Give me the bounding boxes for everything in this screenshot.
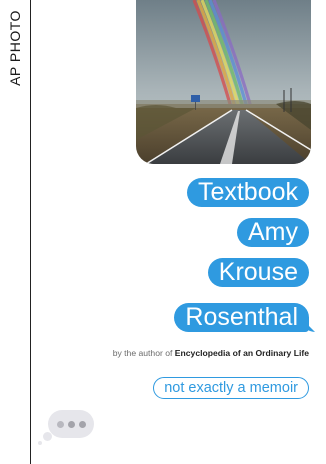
subtitle-bubble: not exactly a memoir [153, 377, 309, 399]
photo-credit-text: AP PHOTO [7, 10, 23, 86]
title-bubble-krouse: Krouse [207, 258, 309, 287]
typing-dot [56, 420, 64, 428]
cover-photo [136, 0, 311, 164]
byline-book-title: Encyclopedia of an Ordinary Life [174, 348, 309, 358]
credit-divider [30, 0, 31, 464]
title-bubble-textbook: Textbook [186, 178, 309, 207]
byline-prefix: by the author of [112, 348, 175, 358]
typing-tail-dot [38, 441, 42, 445]
typing-dot [67, 420, 75, 428]
title-bubble-amy: Amy [237, 218, 309, 247]
title-bubble-rosenthal: Rosenthal [174, 303, 309, 332]
typing-dot [78, 420, 86, 428]
typing-tail-dot [43, 432, 52, 441]
rainbow-road-photo [136, 0, 311, 164]
byline: by the author of Encyclopedia of an Ordi… [113, 348, 309, 358]
photo-credit: AP PHOTO [0, 0, 30, 464]
typing-indicator-icon [48, 410, 94, 438]
